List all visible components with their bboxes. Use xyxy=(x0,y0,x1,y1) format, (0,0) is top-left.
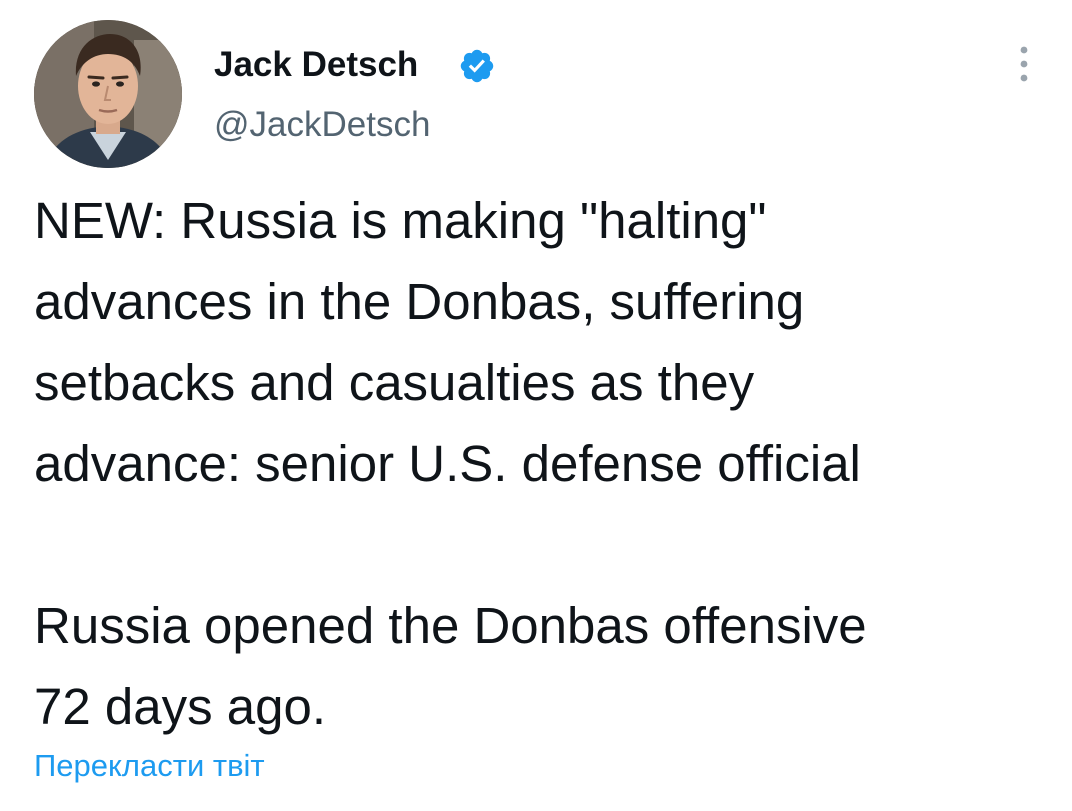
avatar[interactable] xyxy=(34,20,182,168)
tweet-card: Jack Detsch @JackDetsch NEW: Russia is m… xyxy=(0,0,1072,811)
tweet-text: NEW: Russia is making "halting" advances… xyxy=(34,192,867,735)
avatar-image xyxy=(34,20,182,168)
author-handle[interactable]: @JackDetsch xyxy=(214,104,430,146)
verified-badge-icon xyxy=(458,47,496,85)
more-options-icon[interactable] xyxy=(1006,40,1042,88)
translate-tweet-link[interactable]: Перекласти твіт xyxy=(34,746,265,786)
author-name[interactable]: Jack Detsch xyxy=(214,44,418,86)
